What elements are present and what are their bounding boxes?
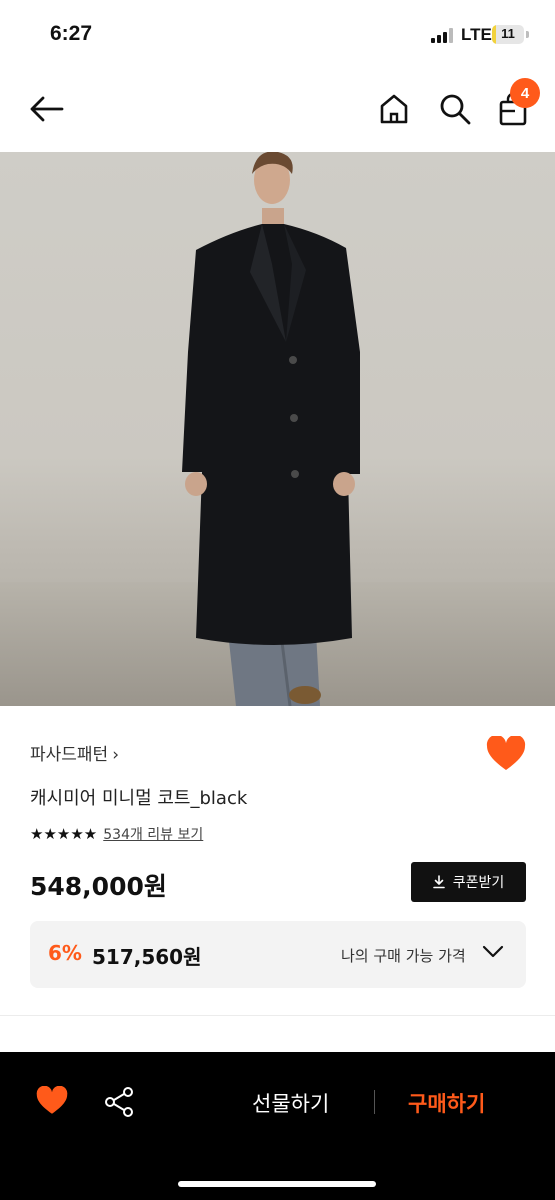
member-price-dropdown[interactable]: 6% 517,560원 나의 구매 가능 가격 bbox=[30, 921, 526, 988]
coupon-button[interactable]: 쿠폰받기 bbox=[411, 862, 526, 902]
network-label: LTE bbox=[461, 25, 492, 44]
brand-name: 파사드패턴 bbox=[30, 745, 109, 765]
battery-icon: 11 bbox=[492, 25, 524, 44]
rating-row: ★★★★★ 534개 리뷰 보기 bbox=[30, 824, 203, 844]
product-price: 548,000원 bbox=[30, 872, 167, 901]
section-divider bbox=[0, 1015, 555, 1016]
member-discount: 6% bbox=[48, 941, 82, 965]
buy-button[interactable]: 구매하기 bbox=[408, 1088, 485, 1118]
member-price: 517,560원 bbox=[92, 945, 202, 969]
status-time: 6:27 bbox=[50, 22, 93, 45]
home-indicator bbox=[178, 1181, 376, 1187]
product-title: 캐시미어 미니멀 코트_black bbox=[30, 788, 248, 809]
chevron-down-icon bbox=[482, 945, 504, 958]
bottom-bar-separator bbox=[374, 1090, 375, 1114]
status-bar: 6:27 LTE 11 bbox=[0, 0, 555, 70]
wishlist-heart-icon[interactable] bbox=[486, 736, 526, 772]
battery-level: 11 bbox=[501, 26, 515, 41]
star-rating: ★★★★★ bbox=[30, 825, 98, 843]
bottom-action-bar bbox=[0, 1052, 555, 1200]
battery-cap bbox=[526, 31, 529, 38]
share-icon[interactable] bbox=[104, 1086, 136, 1118]
review-link[interactable]: 534개 리뷰 보기 bbox=[103, 824, 203, 844]
chevron-right-icon: › bbox=[112, 745, 120, 765]
cart-count-badge: 4 bbox=[510, 78, 540, 108]
home-icon[interactable] bbox=[378, 92, 410, 126]
heart-icon[interactable] bbox=[36, 1086, 68, 1116]
brand-link[interactable]: 파사드패턴 › bbox=[30, 740, 119, 765]
model-in-coat-illustration bbox=[182, 152, 360, 706]
back-arrow-icon[interactable] bbox=[28, 94, 64, 124]
top-nav bbox=[0, 70, 555, 152]
product-image[interactable] bbox=[0, 152, 555, 706]
coupon-label: 쿠폰받기 bbox=[452, 875, 505, 891]
member-price-label: 나의 구매 가능 가격 bbox=[341, 947, 466, 965]
download-icon bbox=[432, 875, 445, 889]
signal-icon bbox=[431, 28, 453, 43]
gift-button[interactable]: 선물하기 bbox=[252, 1088, 329, 1118]
search-icon[interactable] bbox=[438, 92, 472, 126]
